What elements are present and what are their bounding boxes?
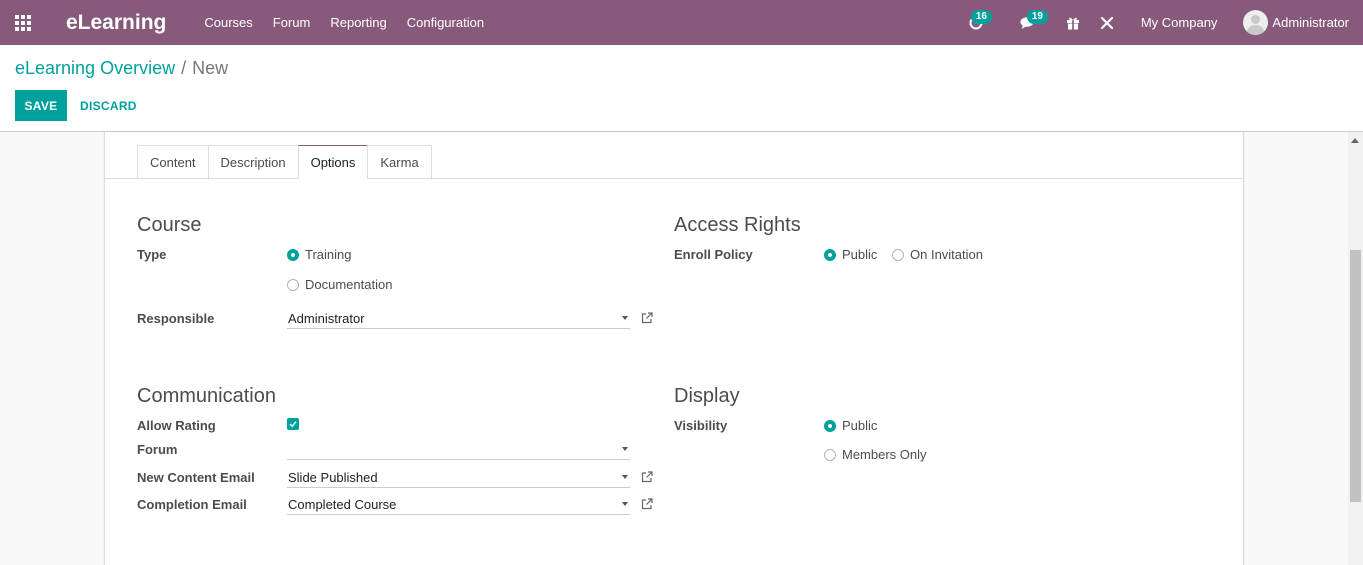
external-link-icon[interactable] <box>641 471 653 483</box>
display-group-title: Display <box>674 385 740 407</box>
responsible-select[interactable]: Administrator <box>287 308 630 329</box>
activity-count-badge: 16 <box>970 10 992 24</box>
discard-button[interactable]: DISCARD <box>80 90 137 121</box>
caret-down-icon <box>622 447 628 451</box>
new-content-email-select[interactable]: Slide Published <box>287 467 630 488</box>
user-avatar[interactable] <box>1243 10 1269 35</box>
radio-checked-icon <box>824 248 836 261</box>
top-navbar: eLearning Courses Forum Reporting Config… <box>0 0 1363 45</box>
course-group-title: Course <box>137 214 202 236</box>
completion-email-select[interactable]: Completed Course <box>287 494 630 515</box>
menu-forum[interactable]: Forum <box>273 15 311 30</box>
radio-unchecked-icon <box>892 248 904 261</box>
tab-karma[interactable]: Karma <box>367 145 432 179</box>
gift-button[interactable] <box>1063 0 1083 45</box>
enroll-invitation-radio[interactable]: On Invitation <box>892 247 983 262</box>
radio-checked-icon <box>824 419 836 432</box>
apps-menu-icon[interactable] <box>0 0 46 45</box>
new-content-email-value: Slide Published <box>288 469 378 485</box>
radio-unchecked-icon <box>824 448 836 461</box>
visibility-public-label: Public <box>842 418 878 433</box>
forum-label: Forum <box>137 442 178 457</box>
enroll-public-label: Public <box>842 247 878 262</box>
app-brand[interactable]: eLearning <box>66 11 166 35</box>
breadcrumb-parent[interactable]: eLearning Overview <box>15 58 175 78</box>
menu-configuration[interactable]: Configuration <box>407 15 484 30</box>
enroll-invitation-label: On Invitation <box>910 247 983 262</box>
company-switcher[interactable]: My Company <box>1141 15 1218 30</box>
messages-button[interactable]: 19 <box>1007 0 1049 45</box>
type-documentation-label: Documentation <box>305 277 393 292</box>
communication-group-title: Communication <box>137 385 276 407</box>
external-link-icon[interactable] <box>641 312 653 324</box>
message-count-badge: 19 <box>1026 10 1048 24</box>
activity-button[interactable]: 16 <box>959 0 993 45</box>
enroll-policy-label: Enroll Policy <box>674 247 753 262</box>
responsible-label: Responsible <box>137 311 215 326</box>
type-training-label: Training <box>305 247 352 262</box>
vertical-scrollbar[interactable] <box>1348 132 1363 565</box>
menu-courses[interactable]: Courses <box>204 15 252 30</box>
tab-description[interactable]: Description <box>207 145 298 179</box>
visibility-label: Visibility <box>674 418 728 433</box>
breadcrumb: eLearning Overview / New <box>15 58 228 79</box>
allow-rating-checkbox[interactable] <box>287 418 299 430</box>
scroll-up-arrow-icon[interactable] <box>1351 138 1359 143</box>
enroll-public-radio[interactable]: Public <box>824 247 877 262</box>
scroll-thumb[interactable] <box>1350 250 1361 502</box>
type-training-radio[interactable]: Training <box>287 247 351 262</box>
completion-email-label: Completion Email <box>137 497 247 512</box>
new-content-email-label: New Content Email <box>137 470 255 485</box>
menu-reporting[interactable]: Reporting <box>330 15 386 30</box>
check-icon <box>289 421 297 428</box>
radio-checked-icon <box>287 248 299 261</box>
completion-email-value: Completed Course <box>288 496 397 512</box>
breadcrumb-separator: / <box>181 58 187 78</box>
breadcrumb-current: New <box>192 58 229 78</box>
caret-down-icon <box>622 502 628 506</box>
radio-unchecked-icon <box>287 278 299 291</box>
tools-icon <box>1100 16 1113 29</box>
debug-tools-button[interactable] <box>1097 0 1117 45</box>
visibility-members-label: Members Only <box>842 447 927 462</box>
type-documentation-radio[interactable]: Documentation <box>287 277 392 292</box>
tab-options[interactable]: Options <box>297 145 368 179</box>
control-panel: eLearning Overview / New SAVE DISCARD <box>0 45 1363 132</box>
type-label: Type <box>137 247 167 262</box>
user-menu[interactable]: Administrator <box>1272 15 1349 30</box>
allow-rating-label: Allow Rating <box>137 418 216 433</box>
responsible-value: Administrator <box>288 310 365 326</box>
visibility-members-radio[interactable]: Members Only <box>824 447 927 462</box>
access-rights-group-title: Access Rights <box>674 214 801 236</box>
external-link-icon[interactable] <box>641 498 653 510</box>
gift-icon <box>1066 17 1079 29</box>
tab-content[interactable]: Content <box>137 145 208 179</box>
forum-select[interactable] <box>287 439 630 460</box>
notebook-tabs: Content Description Options Karma <box>137 145 432 179</box>
caret-down-icon <box>622 316 628 320</box>
save-button[interactable]: SAVE <box>15 90 67 121</box>
caret-down-icon <box>622 475 628 479</box>
form-sheet: Content Description Options Karma Course… <box>104 132 1244 565</box>
visibility-public-radio[interactable]: Public <box>824 418 877 433</box>
